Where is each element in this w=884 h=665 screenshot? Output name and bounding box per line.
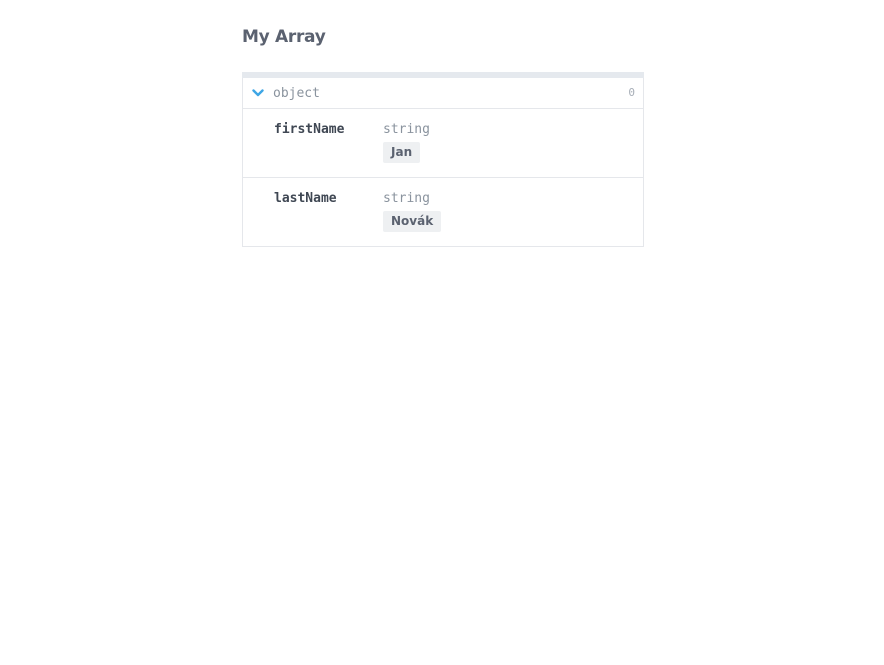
property-row-lastname: lastName string Novák xyxy=(243,178,643,246)
property-row-firstname: firstName string Jan xyxy=(243,109,643,178)
page-title: My Array xyxy=(242,27,326,47)
property-example-value: Novák xyxy=(383,211,442,232)
object-count: 0 xyxy=(628,86,635,99)
object-header[interactable]: object 0 xyxy=(243,78,643,109)
property-name: firstName xyxy=(274,122,345,137)
property-example-value: Jan xyxy=(383,142,421,163)
property-name: lastName xyxy=(274,191,337,206)
chevron-down-icon[interactable] xyxy=(243,78,273,108)
schema-panel: object 0 firstName string Jan lastName s… xyxy=(242,72,644,247)
object-type-label: object xyxy=(273,85,320,101)
property-type: string xyxy=(383,191,430,206)
property-type: string xyxy=(383,122,430,137)
